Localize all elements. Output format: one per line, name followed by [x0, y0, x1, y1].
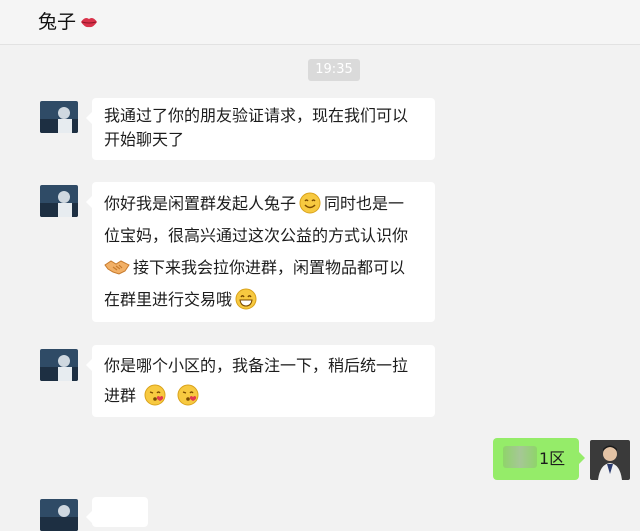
- timestamp-chip: 19:35: [308, 59, 360, 81]
- avatar-image[interactable]: [40, 499, 78, 531]
- blurred-text: [503, 446, 537, 468]
- kiss-emoji-icon: [144, 384, 166, 406]
- contact-name: 兔子: [38, 11, 77, 33]
- message-text: 位宝妈，很高兴通过这次公益的方式认识你: [104, 226, 409, 245]
- my-message-text: 1区: [539, 449, 566, 468]
- message-text: 我通过了你的朋友验证请求，现在我们可以: [104, 106, 409, 125]
- message-text: 你是哪个小区的，我备注一下，稍后统一拉: [104, 356, 409, 375]
- chat-header: 兔子: [0, 0, 640, 45]
- message-text: 你好我是闲置群发起人兔子: [104, 194, 297, 213]
- message-text: 接下来我会拉你进群，闲置物品都可以: [133, 258, 406, 277]
- lips-icon: [81, 18, 98, 28]
- avatar-image[interactable]: [40, 185, 78, 217]
- avatar-image[interactable]: [40, 101, 78, 133]
- message-bubble[interactable]: 你是哪个小区的，我备注一下，稍后统一拉 进群: [86, 345, 435, 417]
- my-message-bubble[interactable]: 1区: [493, 438, 585, 480]
- message-text: 在群里进行交易哦: [104, 290, 233, 309]
- message-bubble[interactable]: 我通过了你的朋友验证请求，现在我们可以 开始聊天了: [86, 98, 435, 160]
- message-text: 进群: [104, 386, 137, 405]
- message-bubble[interactable]: [86, 497, 148, 527]
- my-avatar-image[interactable]: [590, 440, 630, 480]
- kiss-emoji-icon: [177, 384, 199, 406]
- chat-title[interactable]: 兔子: [38, 9, 98, 35]
- grin-emoji-icon: [235, 288, 257, 310]
- message-bubble[interactable]: 你好我是闲置群发起人兔子 同时也是一 位宝妈，很高兴通过这次公益的方式认识你 接下…: [86, 182, 435, 322]
- handshake-emoji-icon: [104, 260, 130, 275]
- avatar-image[interactable]: [40, 349, 78, 381]
- message-text: 同时也是一: [324, 194, 405, 213]
- message-text: 开始聊天了: [104, 130, 185, 149]
- smile-emoji-icon: [299, 192, 321, 214]
